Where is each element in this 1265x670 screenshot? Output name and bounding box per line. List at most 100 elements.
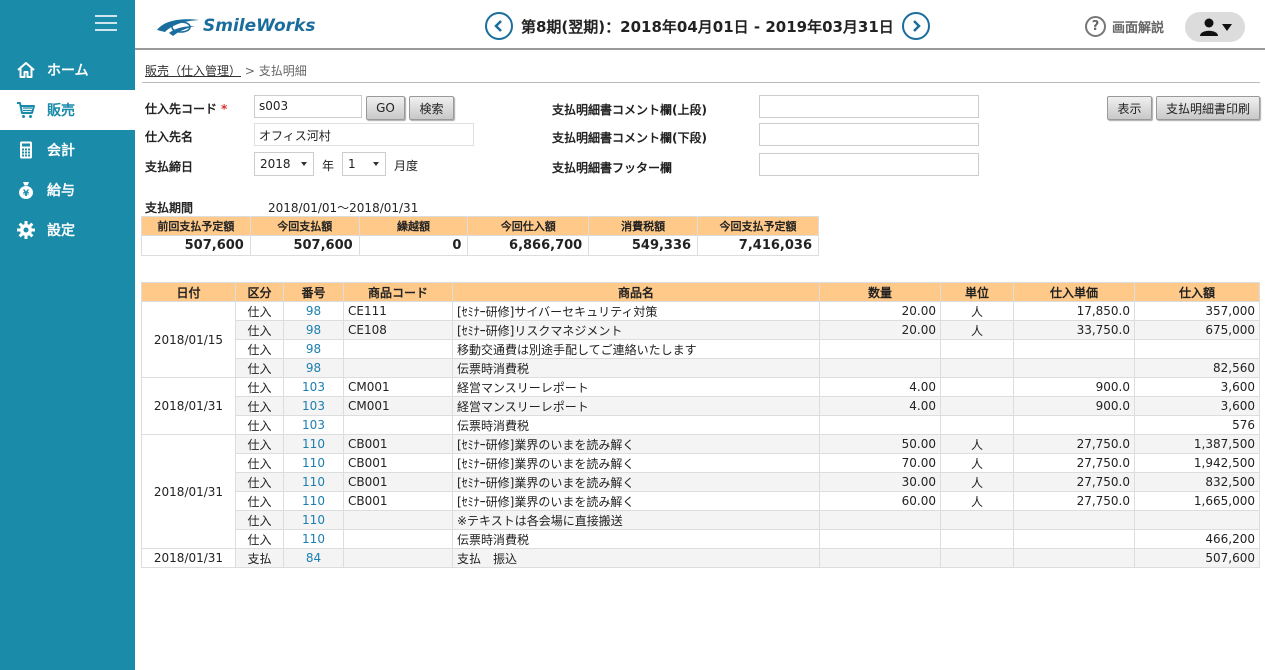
question-icon: ? [1085, 16, 1106, 37]
cell-product-name: 支払 振込 [452, 548, 820, 568]
cell-unit [940, 415, 1014, 435]
summary-value: 507,600 [141, 235, 251, 256]
cell-amount: 3,600 [1134, 396, 1260, 416]
cell-amount: 675,000 [1134, 320, 1260, 340]
prev-period-button[interactable] [485, 12, 513, 40]
help-label: 画面解説 [1112, 21, 1165, 36]
column-header-date: 日付 [141, 282, 236, 302]
cell-unit-price: 27,750.0 [1013, 472, 1135, 492]
table-row: 2018/01/15 仕入 98 CE111 [ｾﾐﾅｰ研修]サイバーセキュリティ対策 2… [141, 301, 1260, 378]
cell-number[interactable]: 110 [283, 491, 344, 511]
cell-category: 仕入 [235, 529, 284, 549]
cell-unit: 人 [940, 491, 1014, 511]
month-select[interactable]: 1 [342, 152, 386, 176]
search-button[interactable]: 検索 [409, 96, 454, 120]
supplier-code-input[interactable]: s003 [254, 95, 362, 118]
cell-quantity [819, 339, 941, 359]
cell-amount: 357,000 [1134, 301, 1260, 321]
payment-period-label: 支払期間 [145, 201, 194, 215]
print-statement-button[interactable]: 支払明細書印刷 [1156, 96, 1260, 120]
cell-product-code: CB001 [343, 434, 453, 454]
table-row: 仕入 110 ※テキストは各会場に直接搬送 [142, 510, 1260, 530]
cell-unit: 人 [940, 472, 1014, 492]
comment-lower-input[interactable] [759, 123, 979, 146]
cell-number[interactable]: 110 [283, 453, 344, 473]
cell-unit [940, 529, 1014, 549]
table-row: 2018/01/31 仕入 103 CM001 経営マンスリーレポート 4.00 900.0… [141, 377, 1260, 435]
comment-upper-input[interactable] [759, 95, 979, 118]
cell-quantity: 30.00 [819, 472, 941, 492]
breadcrumb-link-sales[interactable]: 販売（仕入管理） [145, 64, 241, 78]
cell-unit-price: 900.0 [1013, 396, 1135, 416]
cell-number[interactable]: 110 [283, 434, 344, 454]
next-period-button[interactable] [901, 12, 930, 40]
cell-amount: 507,600 [1134, 548, 1260, 568]
cell-quantity [819, 415, 941, 435]
cell-unit [940, 358, 1014, 378]
sidebar-item-accounting[interactable]: 会計 [0, 130, 135, 170]
cell-unit [940, 377, 1014, 397]
year-select[interactable]: 2018 [254, 152, 314, 176]
sidebar-item-payroll[interactable]: ¥ 給与 [0, 170, 135, 210]
cell-unit: 人 [940, 434, 1014, 454]
cell-unit [940, 548, 1014, 568]
table-row: 仕入 98 移動交通費は別途手配してご連絡いたします [142, 339, 1260, 359]
cell-quantity: 4.00 [819, 377, 941, 397]
cell-unit-price [1013, 548, 1135, 568]
cell-number[interactable]: 110 [283, 472, 344, 492]
cell-number[interactable]: 98 [283, 301, 344, 321]
cell-number[interactable]: 110 [283, 510, 344, 530]
sidebar-item-sales[interactable]: 販売 [0, 90, 135, 130]
cell-quantity: 4.00 [819, 396, 941, 416]
sidebar-item-home[interactable]: ホーム [0, 50, 135, 90]
cell-product-code [343, 529, 453, 549]
summary-value: 6,866,700 [467, 235, 590, 256]
footer-input[interactable] [759, 153, 979, 176]
column-header-amount: 仕入額 [1134, 282, 1260, 302]
table-row: 仕入 110 CB001 [ｾﾐﾅｰ研修]業界のいまを読み解く 70.00 人 27,750… [142, 453, 1260, 473]
month-unit: 月度 [394, 159, 419, 173]
supplier-code-label: 仕入先コード * [145, 102, 228, 116]
cell-product-name: [ｾﾐﾅｰ研修]業界のいまを読み解く [452, 434, 820, 454]
cell-unit [940, 339, 1014, 359]
cell-number[interactable]: 98 [283, 339, 344, 359]
cell-number[interactable]: 98 [283, 358, 344, 378]
cell-quantity [819, 548, 941, 568]
sidebar-item-label: 会計 [47, 143, 75, 159]
cell-quantity [819, 358, 941, 378]
cell-quantity: 50.00 [819, 434, 941, 454]
cell-product-name: 伝票時消費税 [452, 415, 820, 435]
cell-number[interactable]: 103 [283, 415, 344, 435]
period-text: 第8期(翌期)：2018年04月01日 - 2019年03月31日 [521, 17, 894, 36]
cell-category: 仕入 [235, 396, 284, 416]
cell-number[interactable]: 98 [283, 320, 344, 340]
cell-number[interactable]: 84 [283, 548, 344, 568]
go-button[interactable]: GO [366, 96, 405, 120]
cell-amount: 576 [1134, 415, 1260, 435]
cell-unit-price: 900.0 [1013, 377, 1135, 397]
cell-unit-price [1013, 529, 1135, 549]
cell-unit [940, 396, 1014, 416]
sidebar-item-settings[interactable]: 設定 [0, 210, 135, 250]
table-row: 仕入 110 CB001 [ｾﾐﾅｰ研修]業界のいまを読み解く 30.00 人 27,750… [142, 472, 1260, 492]
cell-amount [1134, 339, 1260, 359]
header: SmileWorks 第8期(翌期)：2018年04月01日 - 2019年03… [135, 0, 1265, 50]
user-menu-button[interactable] [1185, 12, 1245, 42]
cell-unit-price: 27,750.0 [1013, 491, 1135, 511]
cell-product-name: ※テキストは各会場に直接搬送 [452, 510, 820, 530]
hamburger-menu-icon[interactable] [95, 15, 117, 33]
cell-product-code: CB001 [343, 453, 453, 473]
show-button[interactable]: 表示 [1107, 96, 1152, 120]
cell-category: 仕入 [235, 491, 284, 511]
cell-category: 仕入 [235, 339, 284, 359]
logo-text: SmileWorks [203, 16, 316, 36]
cell-product-code: CM001 [343, 396, 453, 416]
gear-icon [15, 219, 37, 241]
cell-number[interactable]: 110 [283, 529, 344, 549]
cell-product-name: [ｾﾐﾅｰ研修]サイバーセキュリティ対策 [452, 301, 820, 321]
help-button[interactable]: ? 画面解説 [1085, 16, 1164, 37]
cell-number[interactable]: 103 [283, 396, 344, 416]
cell-number[interactable]: 103 [283, 377, 344, 397]
logo[interactable]: SmileWorks [155, 14, 315, 38]
cell-quantity: 20.00 [819, 301, 941, 321]
